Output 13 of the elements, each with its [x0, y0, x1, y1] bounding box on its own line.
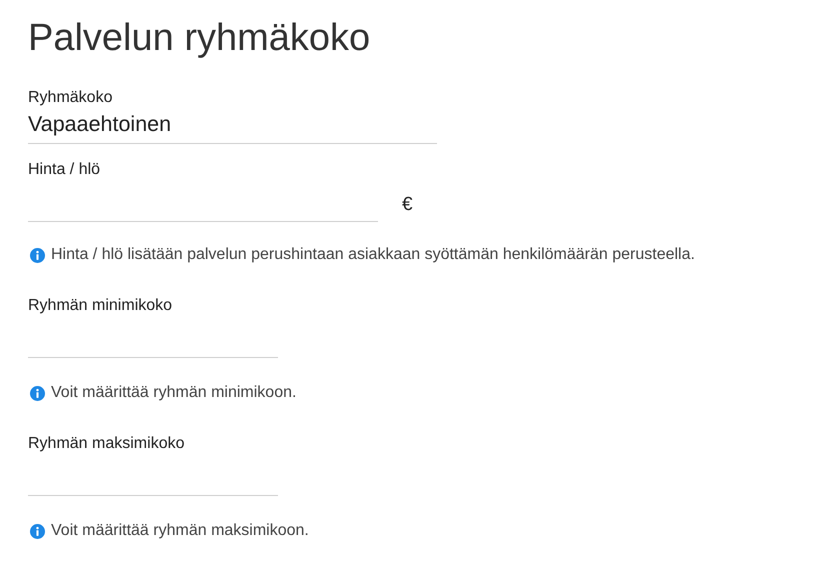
- info-icon: [30, 386, 45, 400]
- field-label: Ryhmäkoko: [28, 88, 114, 108]
- info-icon: [30, 248, 45, 262]
- field-label: Hinta / hlö: [28, 160, 102, 180]
- hint-text: Voit määrittää ryhmän minimikoon.: [51, 384, 296, 402]
- hint-text: Hinta / hlö lisätään palvelun perushintaan asiakkaan syöttämän henkilömäärän perusteella.: [51, 246, 695, 264]
- field-label: Ryhmän maksimikoko: [28, 434, 186, 454]
- select-field[interactable]: Vapaaehtoinen: [28, 108, 437, 144]
- currency-unit: €: [402, 194, 413, 216]
- page-title: Palvelun ryhmäkoko: [28, 16, 372, 61]
- hint-text: Voit määrittää ryhmän maksimikoon.: [51, 522, 309, 540]
- field-label: Ryhmän minimikoko: [28, 296, 174, 316]
- info-icon: [30, 524, 45, 538]
